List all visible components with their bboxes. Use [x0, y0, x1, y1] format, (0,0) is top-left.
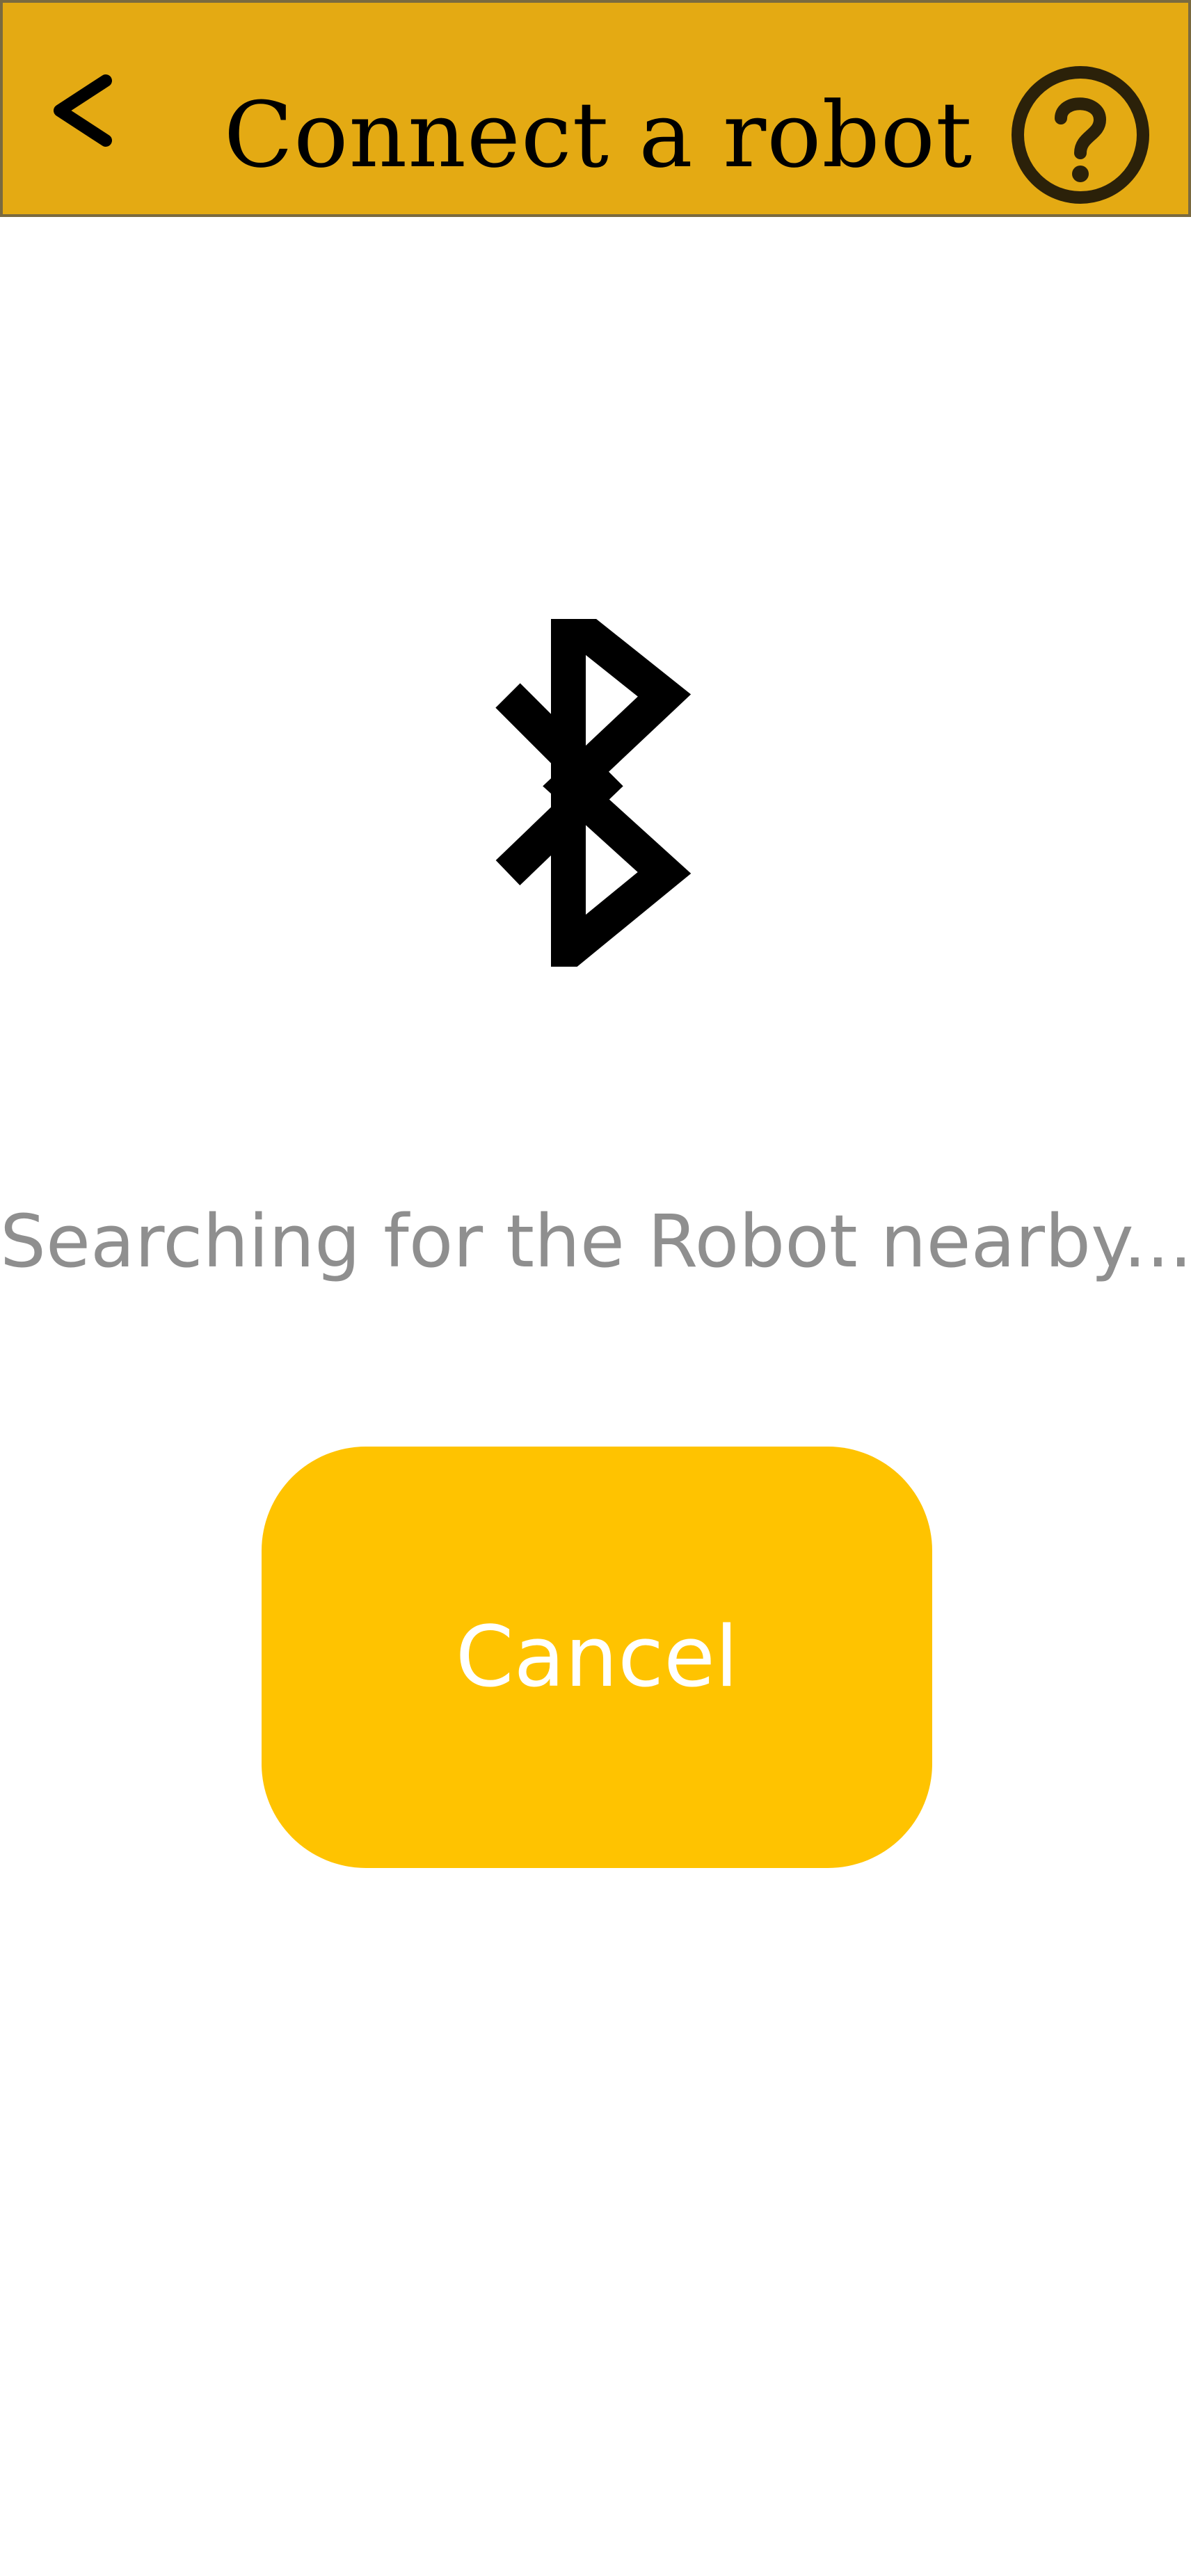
- help-button[interactable]: [1007, 61, 1154, 209]
- cancel-button[interactable]: Cancel: [262, 1447, 932, 1868]
- bluetooth-icon: [487, 619, 703, 967]
- back-button[interactable]: [31, 58, 135, 163]
- header-bar: Connect a robot: [0, 0, 1191, 217]
- chevron-left-icon: [54, 74, 112, 147]
- page-title: Connect a robot: [223, 82, 973, 188]
- connect-robot-screen: Connect a robot Searching for the Robot …: [0, 0, 1191, 2576]
- status-text: Searching for the Robot nearby...: [0, 1199, 1191, 1284]
- help-circle-icon: [1012, 66, 1149, 204]
